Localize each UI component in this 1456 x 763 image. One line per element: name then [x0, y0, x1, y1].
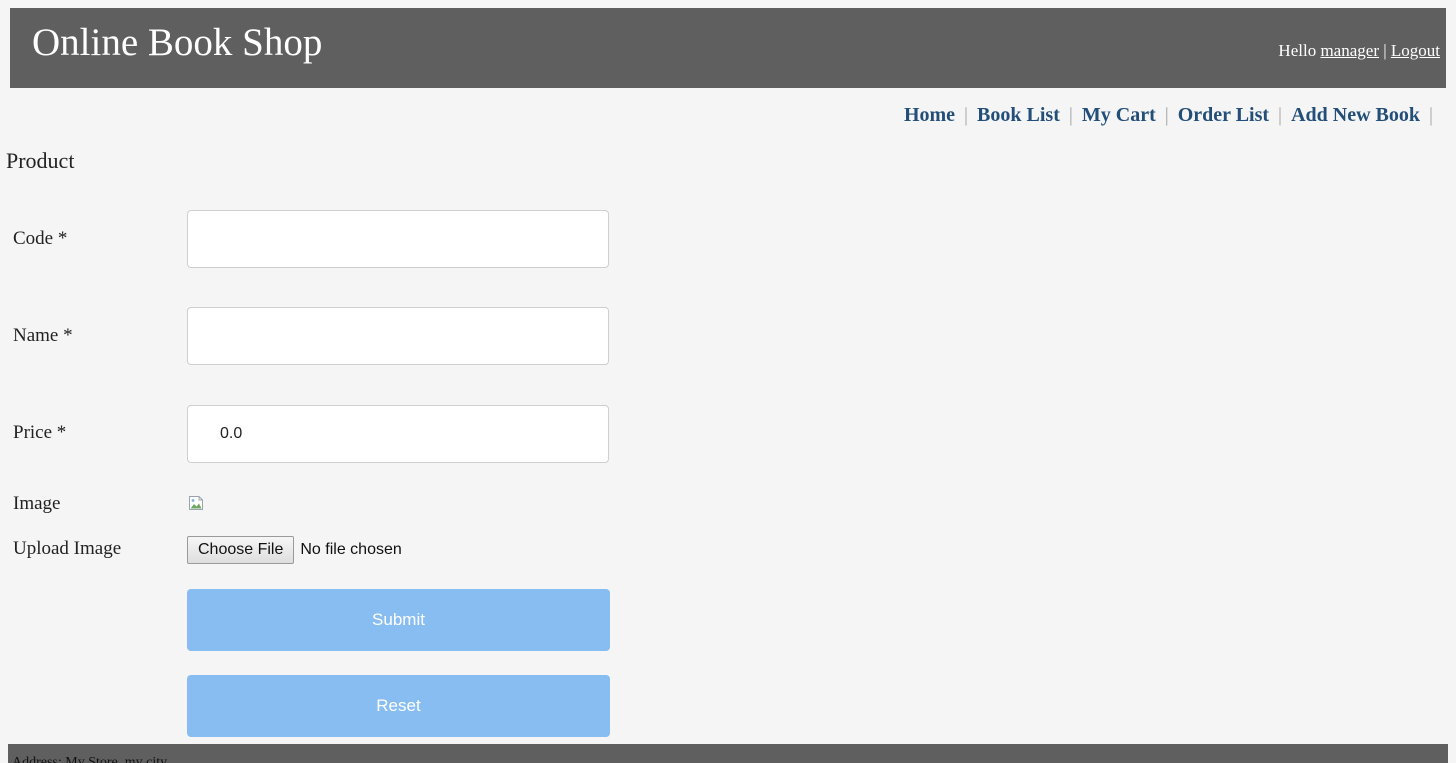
menu-order-list[interactable]: Order List: [1178, 104, 1269, 126]
menu-separator: |: [1278, 104, 1283, 126]
file-input[interactable]: Choose File No file chosen: [187, 536, 402, 564]
user-info: Hello manager | Logout: [1278, 41, 1440, 61]
menu-separator: |: [1428, 104, 1433, 126]
username-link[interactable]: manager: [1320, 41, 1379, 60]
submit-button[interactable]: Submit: [187, 589, 610, 651]
name-label: Name *: [13, 325, 73, 346]
page-title: Product: [6, 148, 75, 173]
menu-separator: |: [964, 104, 969, 126]
menu-add-new-book[interactable]: Add New Book: [1291, 104, 1420, 126]
menu-book-list[interactable]: Book List: [977, 104, 1060, 126]
broken-image-icon: [189, 496, 203, 510]
file-status: No file chosen: [300, 541, 402, 558]
footer-text: Address: My Store, my city: [12, 755, 168, 763]
menu-separator: |: [1068, 104, 1073, 126]
logout-link[interactable]: Logout: [1391, 41, 1440, 60]
menu-separator: |: [1164, 104, 1169, 126]
name-input[interactable]: [187, 307, 609, 365]
footer: Address: My Store, my city: [8, 744, 1448, 763]
upload-image-label: Upload Image: [13, 538, 122, 559]
greeting: Hello: [1278, 41, 1317, 60]
user-separator: |: [1383, 41, 1387, 60]
header: Online Book Shop Hello manager | Logout: [10, 8, 1446, 88]
choose-file-button[interactable]: Choose File: [187, 536, 295, 564]
main-menu: Home | Book List | My Cart | Order List | Add Ne…: [904, 104, 1442, 127]
menu-home[interactable]: Home: [904, 104, 955, 126]
price-label: Price *: [13, 422, 67, 443]
code-input[interactable]: [187, 210, 609, 268]
reset-button[interactable]: Reset: [187, 675, 610, 737]
site-title: Online Book Shop: [32, 21, 323, 64]
price-input[interactable]: [187, 405, 609, 463]
menu-my-cart[interactable]: My Cart: [1082, 104, 1156, 126]
code-label: Code *: [13, 228, 68, 249]
image-label: Image: [13, 493, 61, 514]
